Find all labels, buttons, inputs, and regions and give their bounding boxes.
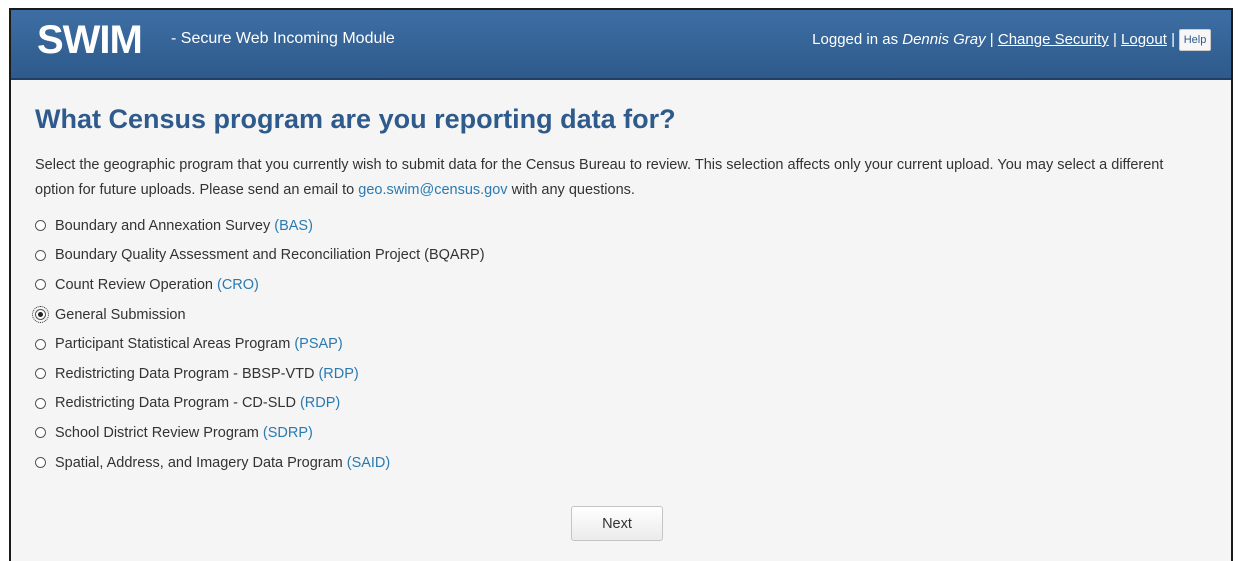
option-abbr: (PSAP) bbox=[294, 336, 343, 353]
option-label: Count Review Operation bbox=[55, 276, 213, 293]
radio-button[interactable] bbox=[35, 457, 46, 469]
user-bar: Logged in as Dennis Gray | Change Securi… bbox=[812, 31, 1175, 48]
option-abbr: (RDP) bbox=[318, 365, 359, 382]
logout-link[interactable]: Logout bbox=[1121, 31, 1167, 48]
app-tagline: - Secure Web Incoming Module bbox=[171, 30, 395, 47]
app-window: SWIM - Secure Web Incoming Module Logged… bbox=[9, 8, 1233, 561]
option-abbr: (RDP) bbox=[299, 395, 341, 412]
separator: | bbox=[1112, 31, 1117, 48]
option-bqarp[interactable]: Boundary Quality Assessment and Reconcil… bbox=[35, 241, 1211, 271]
main-content: What Census program are you reporting da… bbox=[32, 80, 1211, 478]
option-label: Redistricting Data Program - CD-SLD bbox=[55, 395, 296, 412]
separator: | bbox=[989, 31, 994, 48]
separator: | bbox=[1171, 31, 1175, 48]
radio-button[interactable] bbox=[35, 427, 46, 439]
radio-button[interactable] bbox=[35, 220, 46, 232]
option-label: School District Review Program bbox=[55, 424, 259, 441]
swim-logo: SWIM bbox=[37, 18, 143, 62]
change-security-link[interactable]: Change Security bbox=[998, 31, 1109, 48]
option-psap[interactable]: Participant Statistical Areas Program (PS… bbox=[35, 329, 1211, 359]
radio-button[interactable] bbox=[35, 397, 46, 409]
option-rdp-cd-sld[interactable]: Redistricting Data Program - CD-SLD (RDP) bbox=[35, 389, 1211, 419]
next-button[interactable]: Next bbox=[571, 506, 663, 541]
header-bar: SWIM - Secure Web Incoming Module Logged… bbox=[11, 10, 1231, 80]
option-label: Boundary and Annexation Survey bbox=[55, 217, 271, 234]
option-cro[interactable]: Count Review Operation (CRO) bbox=[35, 270, 1211, 300]
email-link[interactable]: geo.swim@census.gov bbox=[358, 182, 507, 198]
radio-button[interactable] bbox=[35, 338, 46, 350]
option-abbr: (SDRP) bbox=[262, 424, 313, 441]
option-abbr: (CRO) bbox=[216, 276, 259, 293]
option-label: Participant Statistical Areas Program bbox=[55, 336, 291, 353]
option-abbr: (SAID) bbox=[346, 454, 391, 471]
intro-paragraph: Select the geographic program that you c… bbox=[35, 153, 1195, 203]
radio-button-selected[interactable] bbox=[32, 306, 49, 324]
option-label: Boundary Quality Assessment and Reconcil… bbox=[55, 247, 485, 264]
option-label: Redistricting Data Program - BBSP-VTD bbox=[55, 365, 315, 382]
option-label: General Submission bbox=[55, 306, 186, 323]
logged-in-label: Logged in as bbox=[812, 31, 899, 48]
intro-suffix: with any questions. bbox=[511, 182, 635, 198]
option-said[interactable]: Spatial, Address, and Imagery Data Progr… bbox=[35, 448, 1211, 478]
page-title: What Census program are you reporting da… bbox=[35, 104, 676, 134]
option-sdrp[interactable]: School District Review Program (SDRP) bbox=[35, 418, 1211, 448]
radio-button[interactable] bbox=[35, 249, 46, 261]
radio-button[interactable] bbox=[35, 279, 46, 291]
program-options: Boundary and Annexation Survey (BAS) Boun… bbox=[32, 211, 1211, 478]
radio-button[interactable] bbox=[35, 368, 46, 380]
option-rdp-bbsp-vtd[interactable]: Redistricting Data Program - BBSP-VTD (RD… bbox=[35, 359, 1211, 389]
user-name: Dennis Gray bbox=[902, 31, 986, 48]
option-general-submission[interactable]: General Submission bbox=[32, 300, 1211, 330]
option-bas[interactable]: Boundary and Annexation Survey (BAS) bbox=[35, 211, 1211, 241]
help-button[interactable]: Help bbox=[1179, 29, 1211, 51]
option-label: Spatial, Address, and Imagery Data Progr… bbox=[55, 454, 343, 471]
option-abbr: (BAS) bbox=[274, 217, 313, 234]
